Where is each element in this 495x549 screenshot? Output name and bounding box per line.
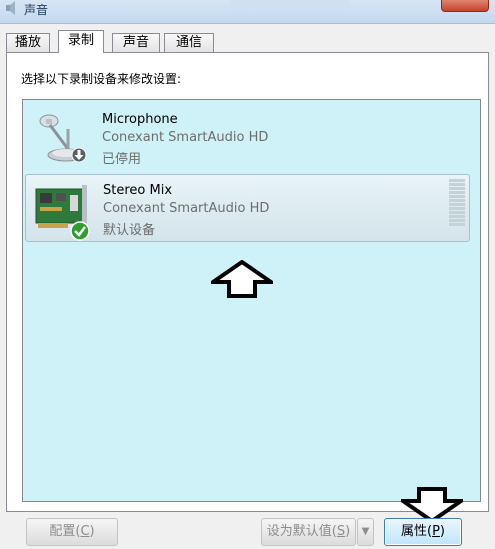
tab-strip: 播放 录制 声音 通信 (6, 30, 489, 53)
set-default-dropdown-button[interactable]: ▼ (357, 518, 374, 546)
default-check-icon (70, 221, 90, 241)
configure-button[interactable]: 配置(C) (26, 518, 118, 546)
device-driver: Conexant SmartAudio HD (103, 201, 270, 216)
device-name: Microphone (102, 112, 178, 127)
recording-device-list[interactable]: Microphone Conexant SmartAudio HD 已停用 St… (22, 99, 481, 502)
device-item-microphone[interactable]: Microphone Conexant SmartAudio HD 已停用 (25, 103, 470, 171)
device-driver: Conexant SmartAudio HD (102, 130, 269, 145)
tab-communications[interactable]: 通信 (164, 33, 214, 52)
disabled-down-arrow-icon (71, 147, 87, 163)
title-bar-blur (230, 0, 350, 10)
title-bar: 声音 (0, 0, 495, 24)
tab-sounds[interactable]: 声音 (112, 33, 160, 52)
close-button[interactable] (441, 0, 489, 12)
speaker-icon (6, 1, 15, 15)
up-arrow-annotation-icon (211, 260, 273, 298)
device-item-stereo-mix[interactable]: Stereo Mix Conexant SmartAudio HD 默认设备 (25, 174, 470, 242)
device-status: 已停用 (102, 152, 142, 167)
instruction-text: 选择以下录制设备来修改设置: (21, 72, 182, 86)
device-status: 默认设备 (103, 223, 156, 238)
recording-panel: 选择以下录制设备来修改设置: Microphone Conexant Smart… (6, 52, 489, 512)
chevron-down-icon: ▼ (361, 526, 370, 537)
window-title: 声音 (24, 3, 49, 17)
set-default-button[interactable]: 设为默认值(S) (261, 518, 356, 546)
tab-recording[interactable]: 录制 (58, 30, 104, 53)
device-name: Stereo Mix (103, 183, 173, 198)
tab-playback[interactable]: 播放 (6, 33, 50, 52)
level-meter (449, 179, 465, 226)
properties-button[interactable]: 属性(P) (384, 518, 462, 546)
